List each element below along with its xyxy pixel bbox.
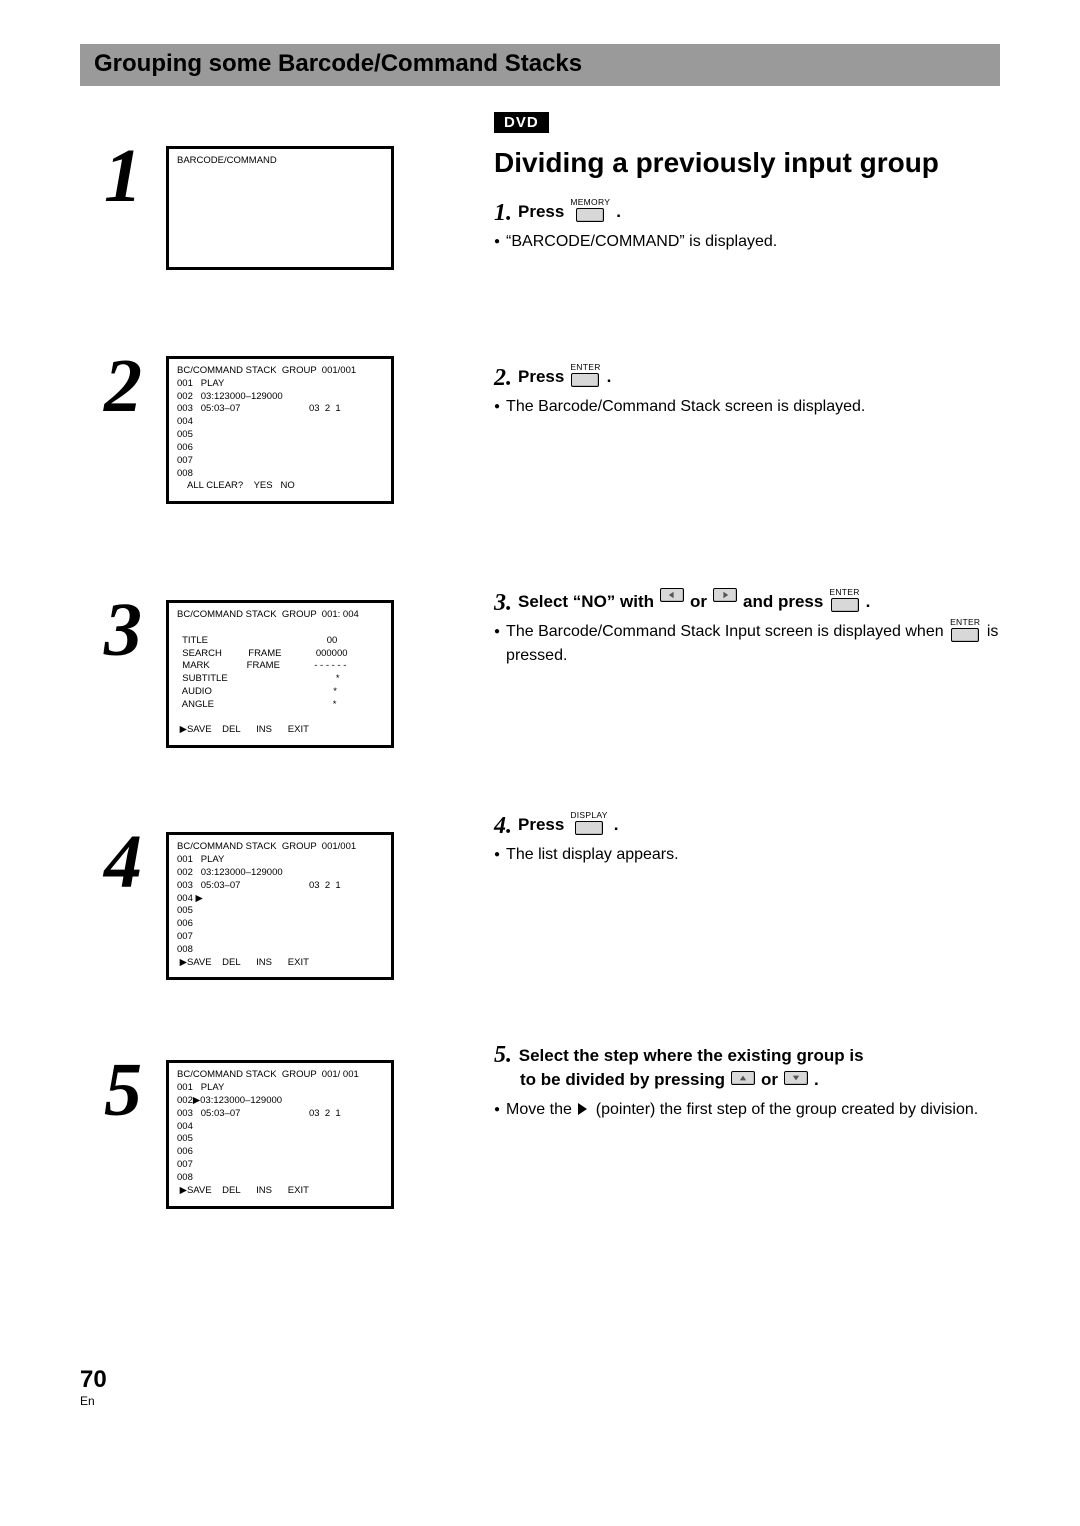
screen-4-lines: 001 PLAY 002 03:123000–129000 003 05:03–…: [177, 854, 341, 955]
bullets-3: The Barcode/Command Stack Input screen i…: [494, 620, 1000, 667]
title-bar: Grouping some Barcode/Command Stacks: [80, 44, 1000, 86]
bullets-1: “BARCODE/COMMAND” is displayed.: [494, 230, 1000, 253]
step-number-1: 1: [80, 138, 166, 214]
screen-2-lines: 001 PLAY 002 03:123000–129000 003 05:03–…: [177, 378, 341, 479]
memory-key: MEMORY: [570, 198, 610, 222]
bullet-3a: The Barcode/Command Stack Input screen i…: [506, 623, 944, 640]
instruction-4: 4. Press DISPLAY .: [494, 813, 1000, 837]
instr-4-num: 4.: [494, 814, 512, 838]
enter-key-2: ENTER: [829, 588, 859, 612]
instr-5-line1: Select the step where the existing group…: [519, 1046, 864, 1065]
enter-key-inline-label: ENTER: [950, 618, 980, 627]
instruction-5: 5. Select the step where the existing gr…: [494, 1042, 1000, 1092]
screen-2-footer: ALL CLEAR? YES NO: [177, 480, 295, 491]
display-key: DISPLAY: [570, 811, 607, 835]
page-number: 70: [80, 1368, 107, 1392]
bullet-1-text: “BARCODE/COMMAND” is displayed.: [506, 230, 1000, 253]
bullets-5: Move the (pointer) the first step of the…: [494, 1098, 1000, 1121]
right-arrow-key: [713, 588, 737, 602]
enter-key: ENTER: [570, 363, 600, 387]
screen-3: BC/COMMAND STACK GROUP 001: 004 TITLE 00…: [166, 600, 394, 748]
instr-3-post: and press: [743, 590, 823, 614]
left-arrow-key: [660, 588, 684, 602]
step-number-4: 4: [80, 824, 166, 900]
instruction-3: 3. Select “NO” with or and press ENTER .: [494, 590, 1000, 614]
enter-key-inline: ENTER: [950, 618, 980, 642]
instr-1-press: Press: [518, 200, 564, 224]
left-column: 1 BARCODE/COMMAND 2 BC/COMMAND STACK GRO…: [80, 112, 460, 1209]
up-arrow-key: [731, 1071, 755, 1085]
screen-1: BARCODE/COMMAND: [166, 146, 394, 270]
instr-5-num: 5.: [494, 1042, 512, 1068]
page-footer: 70 En: [80, 1368, 107, 1408]
instr-4-dot: .: [614, 813, 619, 837]
instr-5-or: or: [761, 1068, 778, 1092]
instr-3-num: 3.: [494, 591, 512, 615]
instr-2-dot: .: [607, 365, 612, 389]
screen-3-header: BC/COMMAND STACK GROUP 001: 004: [177, 609, 359, 620]
screen-4-header: BC/COMMAND STACK GROUP 001/001: [177, 841, 356, 852]
page-lang: En: [80, 1394, 107, 1408]
screen-3-lines: TITLE 00 SEARCH FRAME 000000 MARK FRAME …: [177, 635, 348, 710]
step-number-2: 2: [80, 348, 166, 424]
enter-key-2-label: ENTER: [829, 588, 859, 597]
bullet-2-text: The Barcode/Command Stack screen is disp…: [506, 395, 1000, 418]
dvd-badge: DVD: [494, 112, 549, 133]
down-arrow-key: [784, 1071, 808, 1085]
section-heading: Dividing a previously input group: [494, 145, 1000, 180]
bullets-4: The list display appears.: [494, 843, 1000, 866]
bullet-4-text: The list display appears.: [506, 843, 1000, 866]
instr-1-num: 1.: [494, 201, 512, 225]
instr-2-num: 2.: [494, 366, 512, 390]
step-number-5: 5: [80, 1052, 166, 1128]
screen-2-header: BC/COMMAND STACK GROUP 001/001: [177, 365, 356, 376]
screen-2: BC/COMMAND STACK GROUP 001/001 001 PLAY …: [166, 356, 394, 504]
instruction-1: 1. Press MEMORY .: [494, 200, 1000, 224]
screen-4-footer: ▶SAVE DEL INS EXIT: [177, 957, 309, 968]
memory-key-label: MEMORY: [570, 198, 610, 207]
pointer-icon: [578, 1103, 587, 1115]
instr-5-dot: .: [814, 1068, 819, 1092]
instr-2-press: Press: [518, 365, 564, 389]
screen-1-title: BARCODE/COMMAND: [177, 155, 277, 166]
instr-3-pre: Select “NO” with: [518, 590, 654, 614]
instr-1-dot: .: [616, 200, 621, 224]
screen-4: BC/COMMAND STACK GROUP 001/001 001 PLAY …: [166, 832, 394, 980]
instr-4-press: Press: [518, 813, 564, 837]
screen-5-header: BC/COMMAND STACK GROUP 001/ 001: [177, 1069, 359, 1080]
bullet-5a: Move the: [506, 1101, 572, 1118]
step-number-3: 3: [80, 592, 166, 668]
instr-3-dot: .: [866, 590, 871, 614]
instruction-2: 2. Press ENTER .: [494, 365, 1000, 389]
instr-5-line2a: to be divided by pressing: [520, 1068, 725, 1092]
instr-3-mid: or: [690, 590, 707, 614]
screen-5: BC/COMMAND STACK GROUP 001/ 001 001 PLAY…: [166, 1060, 394, 1208]
bullets-2: The Barcode/Command Stack screen is disp…: [494, 395, 1000, 418]
display-key-label: DISPLAY: [570, 811, 607, 820]
screen-3-footer: ▶SAVE DEL INS EXIT: [177, 724, 309, 735]
enter-key-label: ENTER: [570, 363, 600, 372]
right-column: DVD Dividing a previously input group 1.…: [494, 112, 1000, 1209]
screen-5-lines: 001 PLAY 002▶03:123000–129000 003 05:03–…: [177, 1082, 341, 1183]
bullet-5b: (pointer) the first step of the group cr…: [596, 1101, 978, 1118]
screen-5-footer: ▶SAVE DEL INS EXIT: [177, 1185, 309, 1196]
